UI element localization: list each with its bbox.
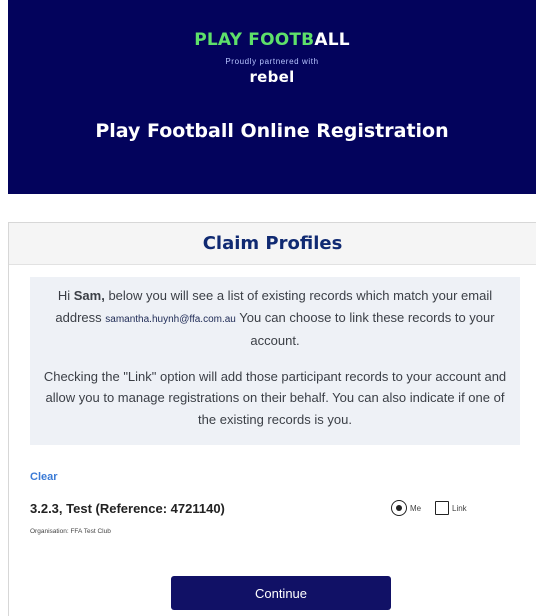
continue-button[interactable]: Continue [171, 576, 391, 610]
info-box: Hi Sam, below you will see a list of exi… [30, 277, 520, 445]
header-banner: PLAY FOOTBALL Proudly partnered with reb… [8, 0, 536, 194]
partner-text: Proudly partnered with [225, 57, 319, 66]
user-email: samantha.huynh@ffa.com.au [105, 313, 236, 325]
link-checkbox[interactable] [435, 501, 449, 515]
info-paragraph-1: Hi Sam, below you will see a list of exi… [40, 285, 510, 352]
link-label: Link [452, 503, 467, 513]
card-header: Claim Profiles [9, 223, 536, 265]
user-name: Sam, [73, 288, 105, 303]
record-organisation: Organisation: FFA Test Club [30, 528, 111, 535]
clear-link[interactable]: Clear [30, 471, 58, 483]
info-text-2: You can choose to link these records to … [235, 309, 495, 349]
brand-text-part2: ALL [314, 30, 350, 50]
brand-text-part1: PLAY FOOTB [194, 30, 315, 50]
link-option[interactable]: Link [435, 501, 467, 515]
play-football-logo: PLAY FOOTBALL [8, 30, 536, 50]
greeting-prefix: Hi [57, 288, 74, 303]
record-name: 3.2.3, Test (Reference: 4721140) [30, 501, 225, 516]
rebel-logo: rebel [249, 68, 295, 86]
me-option[interactable]: Me [391, 500, 421, 516]
me-label: Me [410, 503, 422, 513]
card-title: Claim Profiles [202, 233, 343, 254]
me-radio-icon[interactable] [391, 500, 407, 516]
info-paragraph-2: Checking the "Link" option will add thos… [43, 368, 507, 427]
page-title: Play Football Online Registration [95, 120, 449, 142]
claim-profiles-card: Claim Profiles Hi Sam, below you will se… [8, 222, 536, 616]
